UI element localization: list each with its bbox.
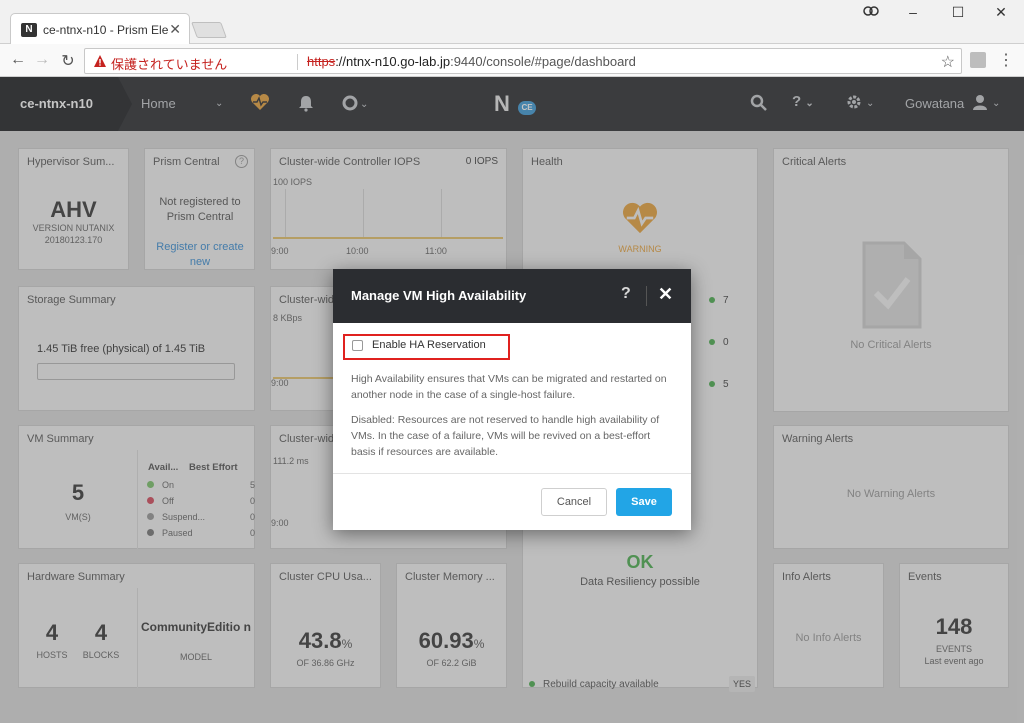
tab-title: ce-ntnx-n10 - Prism Elem (43, 23, 168, 37)
manage-vm-ha-dialog: Manage VM High Availability ? ✕ Enable H… (333, 269, 691, 530)
extension-icon[interactable] (970, 52, 986, 68)
back-icon[interactable]: ← (8, 51, 28, 69)
dialog-title: Manage VM High Availability (351, 288, 527, 303)
url-path: :9440/console/#page/dashboard (450, 54, 636, 69)
insecure-label[interactable]: 保護されていません (111, 54, 227, 73)
maximize-button[interactable]: ☐ (943, 4, 973, 21)
tab-close-icon[interactable]: ✕ (169, 21, 181, 38)
dialog-help-icon[interactable]: ? (621, 285, 631, 303)
ha-disabled-description: Disabled: Resources are not reserved to … (351, 414, 660, 458)
account-icon[interactable] (856, 4, 886, 21)
save-button[interactable]: Save (616, 488, 672, 516)
new-tab-button[interactable] (191, 22, 227, 38)
forward-icon[interactable]: → (32, 51, 52, 69)
omnibox-divider (297, 54, 298, 70)
window-close-button[interactable]: ✕ (986, 4, 1016, 21)
address-bar: ← → ↻ 保護されていません https://ntnx-n10.go-lab.… (0, 44, 1024, 77)
reload-icon[interactable]: ↻ (58, 51, 78, 71)
enable-ha-reservation-label[interactable]: Enable HA Reservation (372, 339, 486, 351)
divider (646, 286, 647, 306)
dialog-footer: Cancel Save (333, 474, 691, 530)
browser-titlebar: N ce-ntnx-n10 - Prism Elem ✕ – ☐ ✕ (0, 0, 1024, 45)
warning-triangle-icon (94, 55, 106, 67)
ha-description: High Availability ensures that VMs can b… (351, 373, 667, 401)
url-host: ://ntnx-n10.go-lab.jp (335, 54, 451, 69)
url-input[interactable]: 保護されていません https://ntnx-n10.go-lab.jp:944… (84, 48, 962, 74)
minimize-button[interactable]: – (898, 4, 928, 20)
bookmark-star-icon[interactable]: ☆ (941, 52, 955, 72)
nutanix-favicon-icon: N (21, 23, 37, 37)
browser-menu-icon[interactable]: ⋮ (998, 50, 1014, 70)
enable-ha-reservation-checkbox[interactable] (352, 340, 363, 351)
dialog-close-icon[interactable]: ✕ (658, 284, 673, 305)
cancel-button[interactable]: Cancel (541, 488, 607, 516)
browser-tab[interactable]: N ce-ntnx-n10 - Prism Elem ✕ (10, 13, 190, 45)
dialog-body: Enable HA Reservation High Availability … (333, 323, 691, 474)
url-text: https://ntnx-n10.go-lab.jp:9440/console/… (307, 54, 636, 69)
url-protocol: https (307, 54, 336, 69)
dialog-header: Manage VM High Availability ? ✕ (333, 269, 691, 323)
